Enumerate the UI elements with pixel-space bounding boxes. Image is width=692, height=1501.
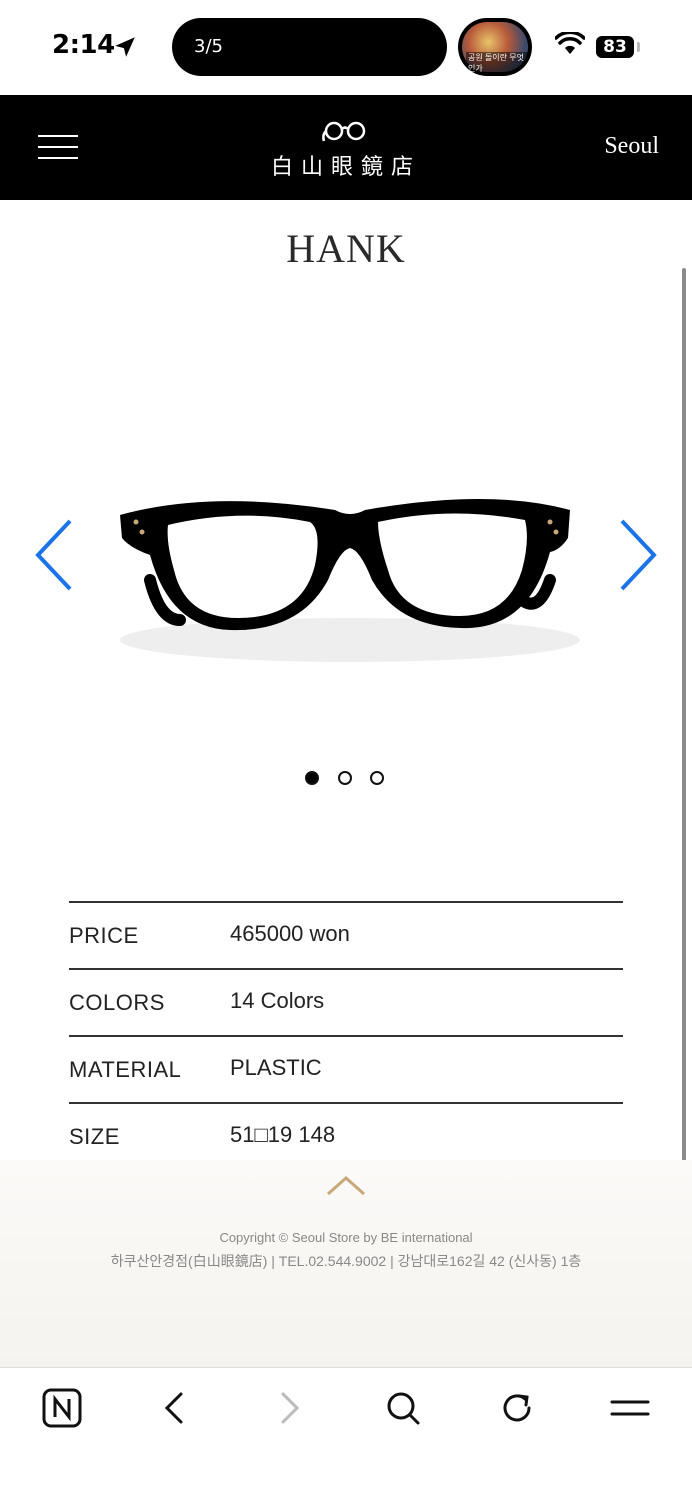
dynamic-island[interactable]: 3/5 — [172, 18, 447, 76]
carousel-dot-2[interactable] — [338, 771, 352, 785]
spec-value: 14 Colors — [230, 988, 325, 1013]
carousel-indicator — [305, 771, 395, 789]
spec-value: PLASTIC — [230, 1055, 322, 1080]
spec-label: COLORS — [69, 990, 165, 1015]
battery-indicator: 83 — [596, 36, 634, 58]
product-image — [120, 499, 580, 662]
status-time: 2:14 — [52, 30, 115, 60]
spec-row-colors: COLORS 14 Colors — [69, 968, 623, 1035]
spec-row-price: PRICE 465000 won — [69, 901, 623, 968]
status-bar: 2:14 3/5 공원 돌이란 무엇인가 83 — [0, 0, 692, 95]
wifi-icon — [555, 32, 585, 54]
spec-row-size: SIZE 51□19 148 — [69, 1102, 623, 1169]
browser-toolbar — [0, 1367, 692, 1501]
carousel-prev-button[interactable] — [30, 515, 80, 595]
city-selector[interactable]: Seoul — [604, 133, 659, 160]
menu-button[interactable] — [38, 135, 78, 159]
scroll-to-top-icon[interactable] — [326, 1174, 366, 1198]
logo-text: 白山眼鏡店 — [270, 155, 421, 180]
copyright-text: Copyright © Seoul Store by BE internatio… — [219, 1230, 473, 1245]
spec-value: 465000 won — [230, 921, 350, 946]
back-icon[interactable] — [153, 1386, 197, 1430]
video-thumbnail[interactable]: 공원 돌이란 무엇인가 — [458, 18, 532, 76]
video-caption: 공원 돌이란 무엇인가 — [466, 52, 532, 74]
site-header: 白山眼鏡店 Seoul — [0, 95, 692, 200]
spec-label: PRICE — [69, 923, 139, 948]
battery-nub — [637, 42, 640, 52]
spec-label: MATERIAL — [69, 1057, 182, 1082]
address-text: 하쿠산안경점(白山眼鏡店) | TEL.02.544.9002 | 강남대로16… — [110, 1253, 582, 1269]
spec-value: 51□19 148 — [230, 1122, 336, 1147]
search-icon[interactable] — [381, 1386, 425, 1430]
spec-table: PRICE 465000 won COLORS 14 Colors MATERI… — [69, 901, 623, 1169]
location-arrow-icon — [115, 37, 135, 57]
site-logo[interactable]: 白山眼鏡店 — [250, 117, 442, 183]
spec-label: SIZE — [69, 1124, 120, 1149]
naver-home-icon[interactable] — [40, 1386, 84, 1430]
carousel-dot-1[interactable] — [305, 771, 319, 785]
refresh-icon[interactable] — [495, 1386, 539, 1430]
menu-icon[interactable] — [608, 1386, 652, 1430]
carousel-dot-3[interactable] — [370, 771, 384, 785]
glasses-logo-icon — [322, 121, 366, 142]
site-footer: Copyright © Seoul Store by BE internatio… — [0, 1160, 692, 1367]
forward-icon[interactable] — [267, 1386, 311, 1430]
spec-row-material: MATERIAL PLASTIC — [69, 1035, 623, 1102]
scrollbar[interactable] — [682, 268, 686, 1253]
product-title: HANK — [286, 226, 406, 271]
carousel-next-button[interactable] — [612, 515, 662, 595]
island-text: 3/5 — [194, 36, 223, 57]
